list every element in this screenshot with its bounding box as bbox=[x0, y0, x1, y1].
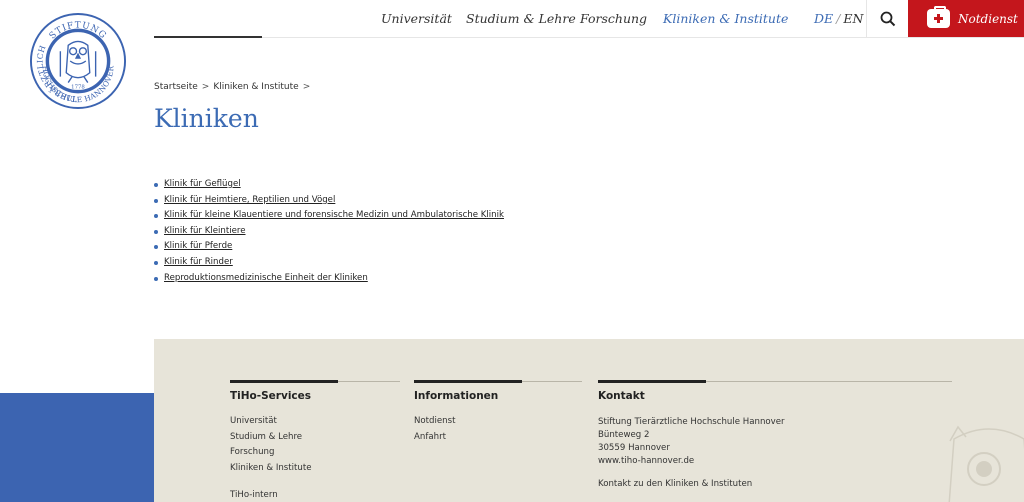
footer-blue-block bbox=[0, 393, 154, 502]
list-item: Klinik für kleine Klauentiere und forens… bbox=[154, 210, 504, 226]
address-line: Stiftung Tierärztliche Hochschule Hannov… bbox=[598, 417, 785, 427]
footer-link-universitaet[interactable]: Universität bbox=[230, 416, 400, 432]
search-button[interactable] bbox=[866, 0, 908, 37]
lang-separator: / bbox=[836, 11, 841, 26]
breadcrumb: Startseite > Kliniken & Institute > bbox=[154, 82, 314, 92]
emergency-label: Notdienst bbox=[958, 11, 1018, 26]
footer-heading-contact: Kontakt bbox=[598, 390, 645, 402]
logo-year: 1778 bbox=[71, 84, 85, 90]
owl-watermark-icon bbox=[948, 425, 1024, 502]
breadcrumb-kliniken-institute[interactable]: Kliniken & Institute bbox=[213, 82, 298, 92]
list-item: Klinik für Heimtiere, Reptilien und Vöge… bbox=[154, 195, 504, 211]
link-reproduktionsmedizin[interactable]: Reproduktionsmedizinische Einheit der Kl… bbox=[164, 273, 368, 283]
footer-col-info: Informationen Notdienst Anfahrt bbox=[414, 380, 582, 448]
list-item: Reproduktionsmedizinische Einheit der Kl… bbox=[154, 273, 504, 289]
link-klinik-klauentiere[interactable]: Klinik für kleine Klauentiere und forens… bbox=[164, 210, 504, 220]
link-klinik-pferde[interactable]: Klinik für Pferde bbox=[164, 241, 232, 251]
nav-kliniken-institute[interactable]: Kliniken & Institute bbox=[663, 11, 788, 26]
footer-col-services: TiHo-Services Universität Studium & Lehr… bbox=[230, 380, 400, 500]
nav-divider bbox=[154, 37, 1024, 38]
footer-link-forschung[interactable]: Forschung bbox=[230, 447, 400, 463]
nav-forschung[interactable]: Forschung bbox=[580, 11, 647, 26]
footer-address: Stiftung Tierärztliche Hochschule Hannov… bbox=[598, 416, 952, 468]
footer-heading-services: TiHo-Services bbox=[230, 390, 312, 402]
link-klinik-gefluegel[interactable]: Klinik für Geflügel bbox=[164, 179, 241, 189]
footer-divider bbox=[414, 380, 582, 383]
language-switch: DE / EN bbox=[814, 11, 863, 26]
link-klinik-rinder[interactable]: Klinik für Rinder bbox=[164, 257, 233, 267]
breadcrumb-separator: > bbox=[201, 82, 210, 92]
footer-link-tiho-intern[interactable]: TiHo-intern bbox=[230, 490, 400, 500]
footer-link-studium-lehre[interactable]: Studium & Lehre bbox=[230, 432, 400, 448]
footer-heading-info: Informationen bbox=[414, 390, 499, 402]
link-klinik-kleintiere[interactable]: Klinik für Kleintiere bbox=[164, 226, 246, 236]
footer-link-anfahrt[interactable]: Anfahrt bbox=[414, 432, 582, 448]
clinic-link-list: Klinik für Geflügel Klinik für Heimtiere… bbox=[154, 179, 504, 288]
list-item: Klinik für Kleintiere bbox=[154, 226, 504, 242]
address-line: Bünteweg 2 bbox=[598, 430, 650, 440]
footer-col-contact: Kontakt Stiftung Tierärztliche Hochschul… bbox=[598, 380, 952, 489]
footer-link-kontakt-kliniken[interactable]: Kontakt zu den Kliniken & Instituten bbox=[598, 479, 952, 489]
footer-divider bbox=[230, 380, 400, 383]
page-title: Kliniken bbox=[154, 104, 259, 133]
breadcrumb-startseite[interactable]: Startseite bbox=[154, 82, 198, 92]
emergency-button[interactable]: Notdienst bbox=[908, 0, 1024, 37]
footer: TiHo-Services Universität Studium & Lehr… bbox=[154, 339, 1024, 502]
breadcrumb-separator: > bbox=[302, 82, 311, 92]
list-item: Klinik für Pferde bbox=[154, 241, 504, 257]
footer-divider bbox=[598, 380, 952, 383]
top-navigation: Universität Studium & Lehre Forschung Kl… bbox=[0, 0, 1024, 38]
address-website-link[interactable]: www.tiho-hannover.de bbox=[598, 455, 952, 468]
address-line: 30559 Hannover bbox=[598, 443, 670, 453]
search-icon bbox=[880, 11, 895, 26]
nav-divider-accent bbox=[154, 36, 262, 38]
lang-en[interactable]: EN bbox=[843, 11, 863, 26]
footer-link-kliniken-institute[interactable]: Kliniken & Institute bbox=[230, 463, 400, 479]
list-item: Klinik für Rinder bbox=[154, 257, 504, 273]
first-aid-kit-icon bbox=[927, 6, 950, 28]
nav-universitaet[interactable]: Universität bbox=[381, 11, 452, 26]
footer-link-notdienst[interactable]: Notdienst bbox=[414, 416, 582, 432]
lang-de[interactable]: DE bbox=[814, 11, 833, 26]
nav-studium-lehre[interactable]: Studium & Lehre bbox=[466, 11, 576, 26]
list-item: Klinik für Geflügel bbox=[154, 179, 504, 195]
link-klinik-heimtiere[interactable]: Klinik für Heimtiere, Reptilien und Vöge… bbox=[164, 195, 335, 205]
